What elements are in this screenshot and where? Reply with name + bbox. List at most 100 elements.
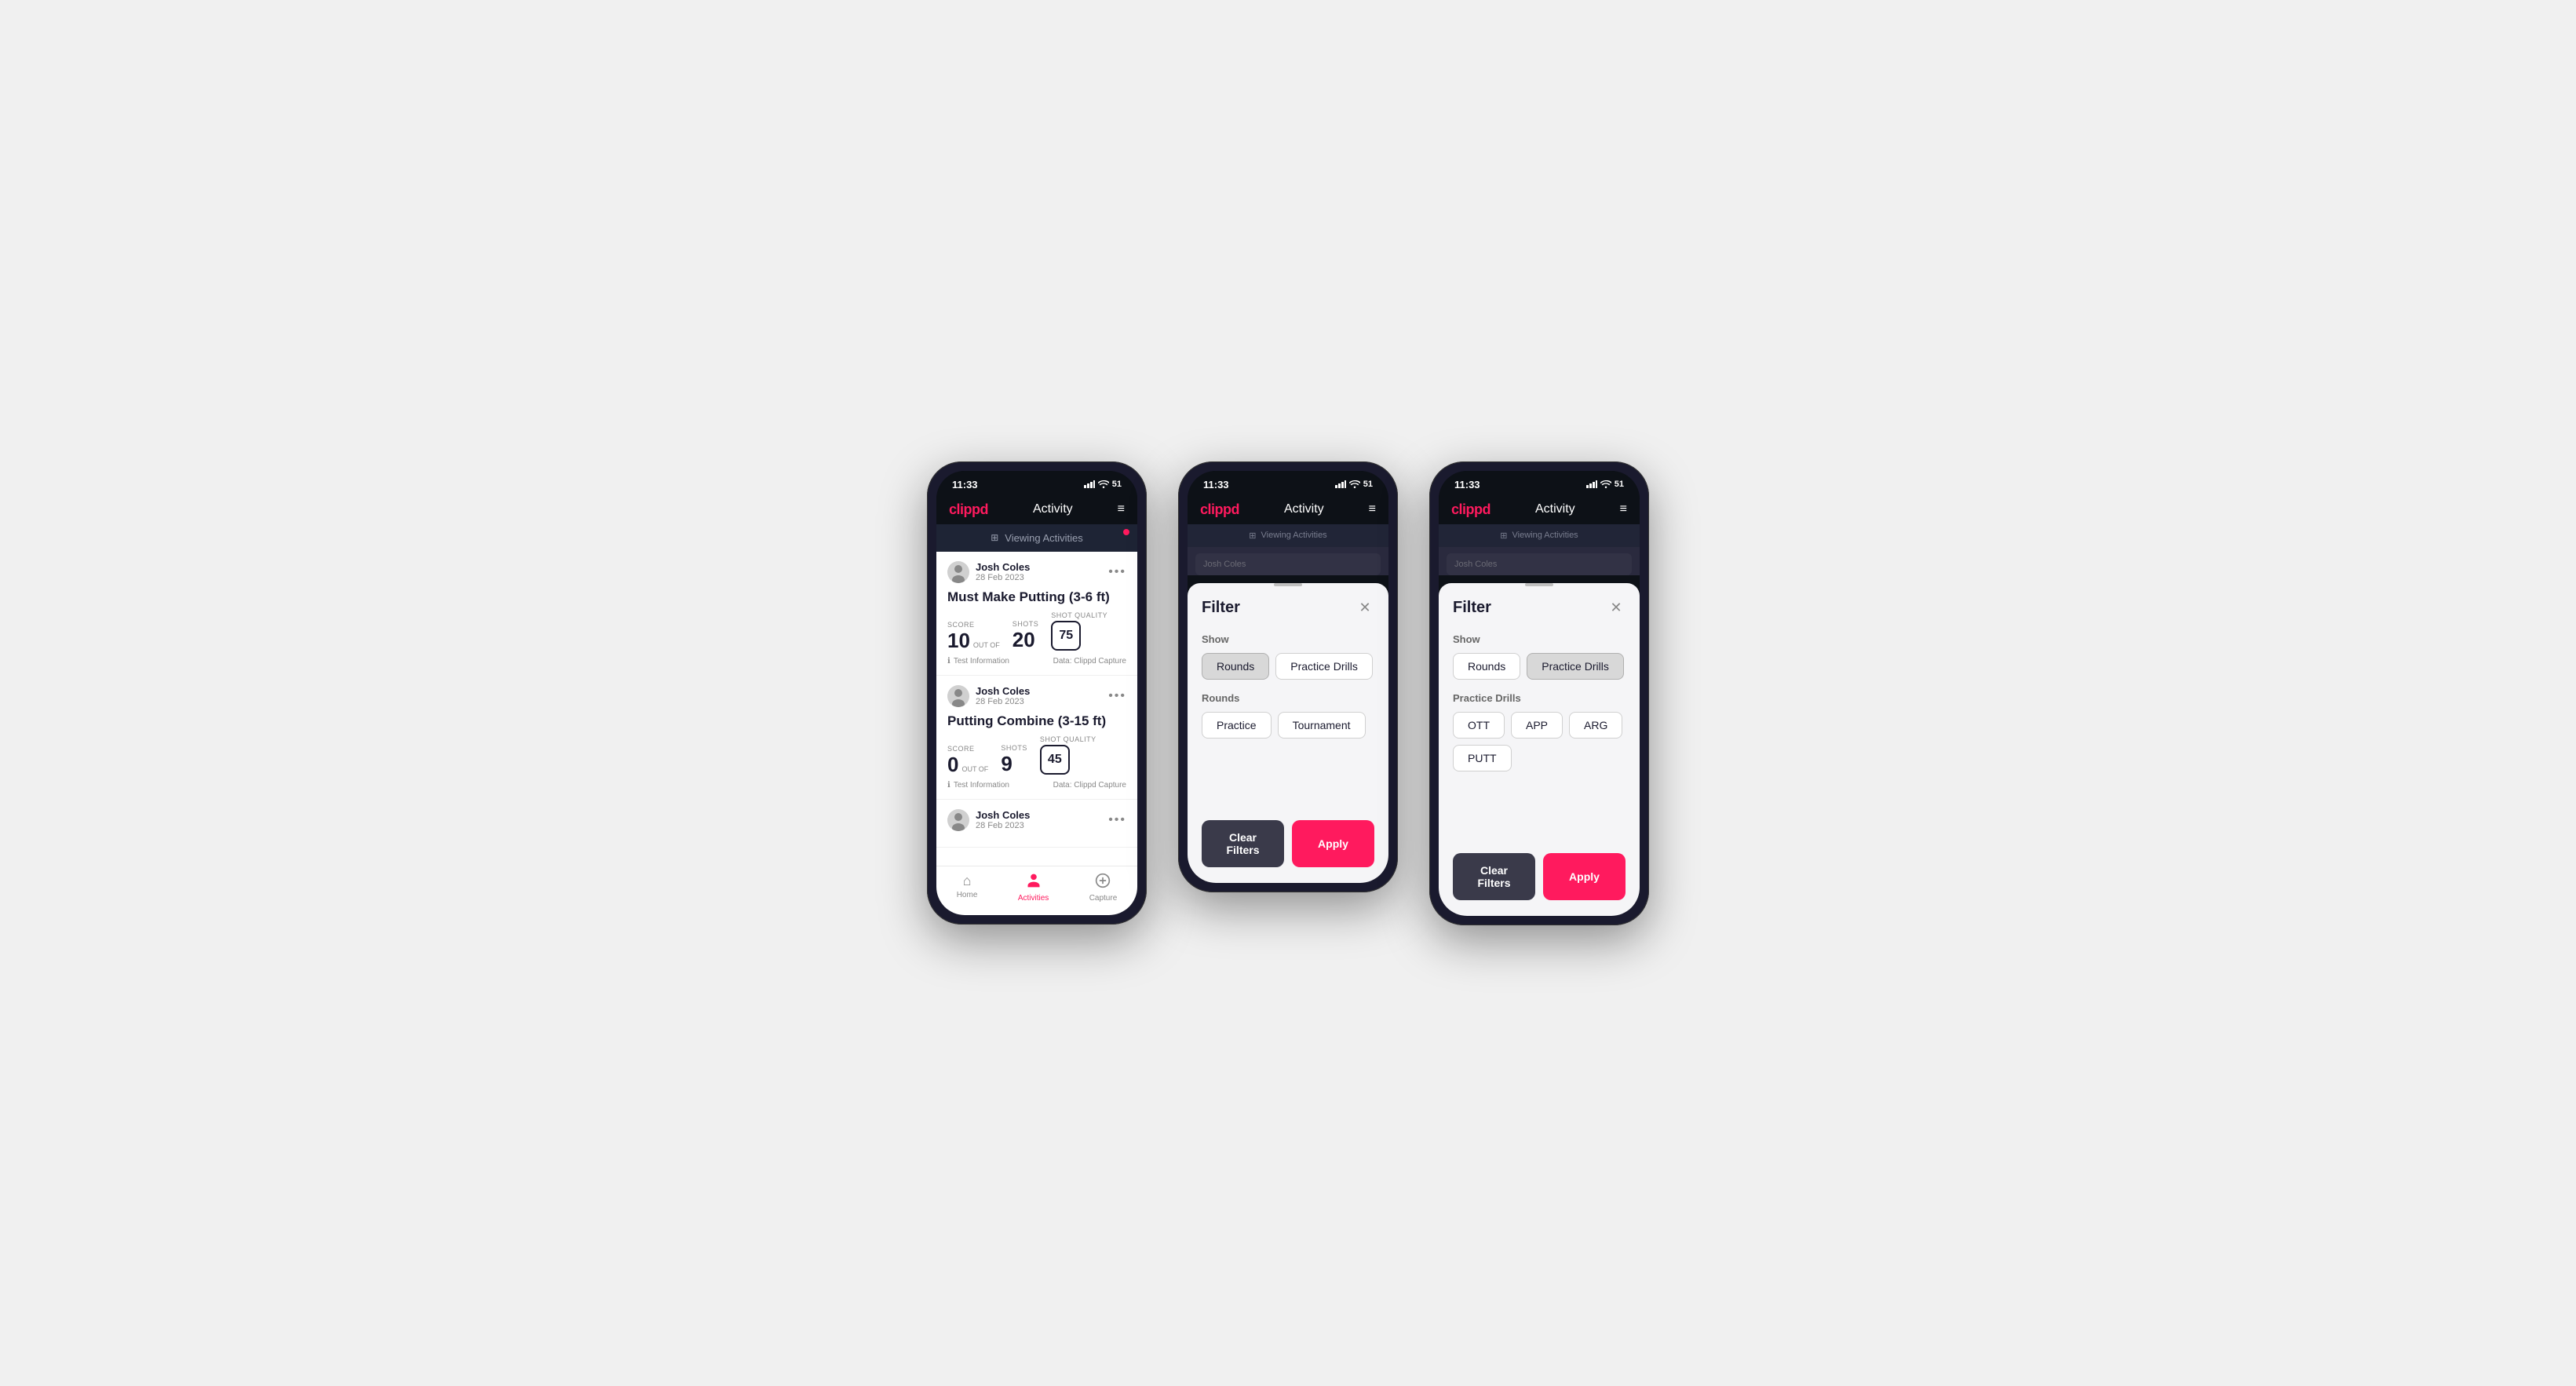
phone-3: 11:33 51 clippd bbox=[1429, 461, 1649, 925]
shot-quality-stat-2: Shot Quality 45 bbox=[1040, 735, 1096, 775]
drills-buttons-3: OTT APP ARG PUTT bbox=[1453, 712, 1626, 771]
tournament-btn-2[interactable]: Tournament bbox=[1278, 712, 1366, 739]
arg-btn-3[interactable]: ARG bbox=[1569, 712, 1622, 739]
clear-filters-btn-2[interactable]: Clear Filters bbox=[1202, 820, 1284, 867]
user-name-2: Josh Coles bbox=[976, 685, 1030, 697]
nav-home-1[interactable]: ⌂ Home bbox=[957, 873, 978, 903]
menu-icon-3[interactable]: ≡ bbox=[1620, 502, 1627, 516]
footer-info-text-1: Test Information bbox=[954, 657, 1009, 666]
faded-text-2: Viewing Activities bbox=[1261, 531, 1327, 540]
filter-title-2: Filter bbox=[1202, 599, 1240, 617]
out-of-2: OUT OF bbox=[961, 765, 988, 773]
score-value-2: 0 bbox=[947, 754, 958, 775]
phone-1-screen: 11:33 51 clippd bbox=[936, 471, 1137, 915]
clippd-logo-1: clippd bbox=[949, 502, 988, 518]
faded-viewing-bar-3: ⊞ Viewing Activities bbox=[1439, 524, 1640, 547]
activities-icon-1 bbox=[1026, 873, 1042, 892]
shot-quality-badge-1: 75 bbox=[1051, 621, 1081, 651]
faded-icon-3: ⊞ bbox=[1500, 531, 1507, 541]
ott-btn-3[interactable]: OTT bbox=[1453, 712, 1505, 739]
avatar-2 bbox=[947, 685, 969, 707]
user-name-3: Josh Coles bbox=[976, 809, 1030, 821]
filter-sheet-2: Filter ✕ Show Rounds Practice Drills Rou… bbox=[1188, 583, 1388, 883]
filter-header-2: Filter ✕ bbox=[1188, 586, 1388, 627]
signal-icon-2 bbox=[1335, 480, 1346, 488]
apply-btn-2[interactable]: Apply bbox=[1292, 820, 1374, 867]
out-of-1: OUT OF bbox=[973, 641, 1000, 649]
avatar-svg-2 bbox=[947, 685, 969, 707]
footer-info-text-2: Test Information bbox=[954, 781, 1009, 790]
close-button-2[interactable]: ✕ bbox=[1356, 599, 1374, 618]
viewing-bar-1[interactable]: ⊞ Viewing Activities bbox=[936, 524, 1137, 552]
apply-btn-3[interactable]: Apply bbox=[1543, 853, 1626, 900]
more-dots-2[interactable]: ••• bbox=[1108, 689, 1126, 703]
shots-label-1: Shots bbox=[1013, 620, 1039, 628]
card-header-3: Josh Coles 28 Feb 2023 ••• bbox=[947, 809, 1126, 831]
rounds-buttons-2: Practice Tournament bbox=[1202, 712, 1374, 739]
activity-title-1: Must Make Putting (3-6 ft) bbox=[947, 589, 1126, 605]
user-details-1: Josh Coles 28 Feb 2023 bbox=[976, 561, 1030, 582]
filter-sheet-3: Filter ✕ Show Rounds Practice Drills Pra… bbox=[1439, 583, 1640, 916]
filter-spacer-2 bbox=[1188, 745, 1388, 792]
status-icons-3: 51 bbox=[1586, 480, 1624, 489]
nav-activities-1[interactable]: Activities bbox=[1018, 873, 1049, 903]
stats-row-2: Score 0 OUT OF Shots 9 Shot Quality bbox=[947, 735, 1126, 775]
practice-round-btn-2[interactable]: Practice bbox=[1202, 712, 1272, 739]
status-bar-1: 11:33 51 bbox=[936, 471, 1137, 495]
user-date-2: 28 Feb 2023 bbox=[976, 697, 1030, 706]
nav-capture-1[interactable]: Capture bbox=[1089, 873, 1118, 903]
app-title-1: Activity bbox=[1033, 502, 1073, 516]
shot-quality-badge-2: 45 bbox=[1040, 745, 1070, 775]
avatar-svg-3 bbox=[947, 809, 969, 831]
activities-svg-icon bbox=[1026, 873, 1042, 888]
wifi-icon bbox=[1098, 480, 1109, 488]
activity-card-3: Josh Coles 28 Feb 2023 ••• bbox=[936, 800, 1137, 848]
more-dots-3[interactable]: ••• bbox=[1108, 813, 1126, 827]
user-info-3: Josh Coles 28 Feb 2023 bbox=[947, 809, 1030, 831]
putt-btn-3[interactable]: PUTT bbox=[1453, 745, 1512, 771]
menu-icon-1[interactable]: ≡ bbox=[1118, 502, 1125, 516]
shots-stat-2: Shots 9 bbox=[1001, 744, 1027, 775]
wifi-icon-2 bbox=[1349, 480, 1360, 488]
user-date-3: 28 Feb 2023 bbox=[976, 821, 1030, 830]
rounds-section-2: Rounds Practice Tournament bbox=[1188, 686, 1388, 745]
card-footer-1: ℹ Test Information Data: Clippd Capture bbox=[947, 657, 1126, 666]
shot-quality-value-2: 45 bbox=[1048, 753, 1062, 767]
footer-info-1: ℹ Test Information bbox=[947, 657, 1009, 666]
app-btn-3[interactable]: APP bbox=[1511, 712, 1563, 739]
faded-text-3: Viewing Activities bbox=[1512, 531, 1578, 540]
clear-filters-btn-3[interactable]: Clear Filters bbox=[1453, 853, 1535, 900]
phone-2-screen: 11:33 51 clippd bbox=[1188, 471, 1388, 883]
faded-card-2: Josh Coles bbox=[1195, 553, 1381, 575]
shots-value-1: 20 bbox=[1013, 628, 1035, 651]
rounds-btn-2[interactable]: Rounds bbox=[1202, 653, 1269, 680]
app-title-2: Activity bbox=[1284, 502, 1324, 516]
menu-icon-2[interactable]: ≡ bbox=[1369, 502, 1376, 516]
shot-quality-label-1: Shot Quality bbox=[1051, 611, 1107, 619]
practice-drills-btn-2[interactable]: Practice Drills bbox=[1275, 653, 1373, 680]
status-icons-2: 51 bbox=[1335, 480, 1373, 489]
user-info-2: Josh Coles 28 Feb 2023 bbox=[947, 685, 1030, 707]
card-footer-2: ℹ Test Information Data: Clippd Capture bbox=[947, 781, 1126, 790]
nav-capture-label-1: Capture bbox=[1089, 894, 1118, 903]
avatar-svg-1 bbox=[947, 561, 969, 583]
info-icon-1: ℹ bbox=[947, 657, 950, 666]
app-title-3: Activity bbox=[1535, 502, 1575, 516]
shots-value-2: 9 bbox=[1001, 752, 1012, 775]
activity-card-1: Josh Coles 28 Feb 2023 ••• Must Make Put… bbox=[936, 552, 1137, 676]
filter-actions-2: Clear Filters Apply bbox=[1188, 808, 1388, 867]
rounds-btn-3[interactable]: Rounds bbox=[1453, 653, 1520, 680]
practice-drills-btn-3[interactable]: Practice Drills bbox=[1527, 653, 1624, 680]
rounds-label-2: Rounds bbox=[1202, 692, 1374, 704]
shot-quality-label-2: Shot Quality bbox=[1040, 735, 1096, 743]
shot-quality-value-1: 75 bbox=[1059, 629, 1073, 643]
notification-dot-1 bbox=[1123, 529, 1129, 535]
close-button-3[interactable]: ✕ bbox=[1607, 599, 1626, 618]
backdrop-2: ⊞ Viewing Activities Josh Coles bbox=[1188, 524, 1388, 575]
shot-quality-stat-1: Shot Quality 75 bbox=[1051, 611, 1107, 651]
more-dots-1[interactable]: ••• bbox=[1108, 565, 1126, 579]
shots-label-2: Shots bbox=[1001, 744, 1027, 752]
phone-2: 11:33 51 clippd bbox=[1178, 461, 1398, 892]
activity-card-2: Josh Coles 28 Feb 2023 ••• Putting Combi… bbox=[936, 676, 1137, 800]
filter-icon-1: ⊞ bbox=[991, 532, 998, 543]
